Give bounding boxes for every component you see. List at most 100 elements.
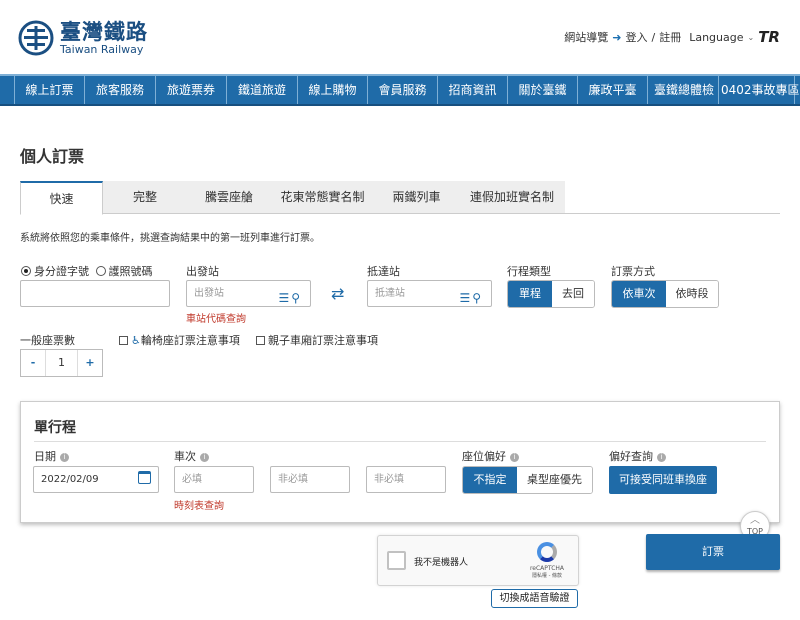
calendar-icon[interactable] (138, 471, 151, 484)
trip-type-label: 行程類型 (507, 265, 551, 278)
login-link[interactable]: 登入 (625, 29, 647, 45)
seat-pref-label: 座位偏好 (462, 450, 506, 463)
recaptcha-terms-link[interactable]: 隱私權 - 條款 (525, 572, 569, 579)
booking-description: 系統將依照您的乘車條件，挑選查詢結果中的第一班列車進行訂票。 (20, 233, 320, 244)
recaptcha-checkbox[interactable] (387, 551, 406, 570)
method-by-train-button[interactable]: 依車次 (612, 281, 666, 307)
nav-item-rail-tourism[interactable]: 鐵道旅遊 (227, 76, 298, 104)
swap-stations-icon[interactable]: ⇄ (331, 284, 344, 303)
train-number-label: 車次 (174, 450, 196, 463)
booking-method-label: 訂票方式 (611, 265, 655, 278)
tab-quick[interactable]: 快速 (20, 181, 103, 215)
trip-one-way-button[interactable]: 單程 (508, 281, 552, 307)
ticket-count-label: 一般座票數 (20, 334, 75, 347)
nav-item-integrity-platform[interactable]: 廉政平臺 (578, 76, 648, 104)
info-icon[interactable]: i (657, 453, 666, 462)
submit-booking-button[interactable]: 訂票 (646, 534, 780, 570)
language-dropdown[interactable]: Language (689, 31, 743, 44)
seat-pref-table-button[interactable]: 桌型座優先 (517, 467, 592, 493)
station-list-icon[interactable]: ☰ (278, 291, 291, 305)
nav-item-online-booking[interactable]: 線上訂票 (14, 76, 85, 104)
tr-brand-icon: TR (758, 28, 780, 46)
recaptcha-brand: reCAPTCHA (529, 565, 565, 572)
trip-round-trip-button[interactable]: 去回 (552, 281, 594, 307)
chevron-down-icon: ⌄ (747, 32, 755, 42)
recaptcha-logo: reCAPTCHA 隱私權 - 條款 (525, 542, 569, 579)
departure-placeholder: 出發站 (194, 288, 224, 299)
station-list-icon[interactable]: ☰ (459, 291, 472, 305)
tab-bike-train[interactable]: 兩鐵列車 (374, 181, 459, 213)
family-checkbox-group: 親子車廂訂票注意事項 (256, 332, 378, 348)
accept-seat-change-button[interactable]: 可接受同班車換座 (609, 466, 717, 494)
link-separator: / (651, 30, 656, 44)
method-by-time-button[interactable]: 依時段 (666, 281, 718, 307)
info-icon[interactable]: i (60, 453, 69, 462)
seat-pref-label-group: 座位偏好 i (462, 448, 519, 464)
date-value: 2022/02/09 (41, 474, 99, 485)
login-icon: ➜ (612, 30, 622, 44)
date-label-group: 日期 i (34, 448, 69, 464)
pref-query-label-group: 偏好查詢 i (609, 448, 666, 464)
info-icon[interactable]: i (510, 453, 519, 462)
info-icon[interactable]: i (200, 453, 209, 462)
decrement-button[interactable]: - (21, 350, 45, 376)
wheelchair-checkbox[interactable] (119, 336, 128, 345)
tab-holiday-realname[interactable]: 連假加班實名制 (459, 181, 565, 213)
train-number-input-2[interactable]: 非必填 (270, 466, 350, 493)
nav-item-business-info[interactable]: 招商資訊 (438, 76, 508, 104)
map-pin-icon[interactable]: ⚲ (291, 291, 302, 305)
family-car-checkbox[interactable] (256, 336, 265, 345)
train-number-input-3[interactable]: 非必填 (366, 466, 446, 493)
site-logo[interactable]: 臺灣鐵路 Taiwan Railway (18, 20, 148, 56)
departure-input[interactable]: 出發站 ☰⚲ (186, 280, 311, 307)
departure-label: 出發站 (186, 265, 219, 278)
seat-pref-none-button[interactable]: 不指定 (463, 467, 517, 493)
radio-passport-label: 護照號碼 (108, 265, 153, 278)
tab-full[interactable]: 完整 (103, 181, 187, 213)
one-way-trip-panel: 單行程 日期 i 2022/02/09 車次 i 必填 非必填 非必填 時刻表查詢 … (20, 401, 780, 523)
nav-item-member-service[interactable]: 會員服務 (368, 76, 438, 104)
increment-button[interactable]: + (78, 350, 102, 376)
ticket-quantity-value[interactable]: 1 (45, 350, 78, 376)
wheelchair-notice-label[interactable]: 輪椅座訂票注意事項 (141, 334, 240, 347)
radio-id-number[interactable] (21, 266, 31, 276)
chevron-up-icon: ︿ (750, 515, 760, 526)
main-nav: 線上訂票 旅客服務 旅遊票券 鐵道旅遊 線上購物 會員服務 招商資訊 關於臺鐵 … (0, 74, 800, 106)
tab-tengyun-cabin[interactable]: 騰雲座艙 (187, 181, 271, 213)
tab-huadong-realname[interactable]: 花東常態實名制 (271, 181, 374, 213)
register-link[interactable]: 註冊 (659, 29, 681, 45)
wheelchair-checkbox-group: ♿輪椅座訂票注意事項 (119, 332, 240, 348)
recaptcha-widget: 我不是機器人 reCAPTCHA 隱私權 - 條款 (377, 535, 579, 586)
taiwan-railway-logo-icon (18, 20, 54, 56)
arrival-input[interactable]: 抵達站 ☰⚲ (367, 280, 492, 307)
train-number-input-1[interactable]: 必填 (174, 466, 254, 493)
id-type-radio-group: 身分證字號 護照號碼 (21, 263, 153, 279)
radio-id-number-label: 身分證字號 (34, 265, 89, 278)
trip-type-toggle: 單程 去回 (507, 280, 595, 308)
nav-item-about-tra[interactable]: 關於臺鐵 (508, 76, 578, 104)
sitemap-link[interactable]: 網站導覽 (564, 29, 608, 45)
recaptcha-icon (537, 542, 557, 562)
nav-item-travel-tickets[interactable]: 旅遊票券 (156, 76, 227, 104)
train-number-placeholder: 非必填 (374, 474, 404, 485)
id-number-input[interactable] (20, 280, 170, 307)
nav-item-0402-accident[interactable]: 0402事故專區 (719, 76, 800, 104)
family-car-notice-label[interactable]: 親子車廂訂票注意事項 (268, 334, 378, 347)
arrival-placeholder: 抵達站 (375, 288, 405, 299)
ticket-quantity-stepper: - 1 + (20, 349, 103, 377)
train-number-placeholder: 必填 (182, 474, 202, 485)
recaptcha-label: 我不是機器人 (414, 558, 469, 568)
arrival-label: 抵達站 (367, 265, 400, 278)
timetable-lookup-link[interactable]: 時刻表查詢 (174, 497, 224, 512)
nav-item-tra-overhaul[interactable]: 臺鐵總體檢 (648, 76, 719, 104)
logo-title-zh: 臺灣鐵路 (60, 19, 148, 44)
radio-passport[interactable] (95, 266, 106, 276)
audio-verification-button[interactable]: 切換成語音驗證 (491, 589, 578, 608)
date-input[interactable]: 2022/02/09 (33, 466, 159, 493)
map-pin-icon[interactable]: ⚲ (472, 291, 483, 305)
nav-item-passenger-service[interactable]: 旅客服務 (85, 76, 156, 104)
seat-pref-toggle: 不指定 桌型座優先 (462, 466, 593, 494)
site-header: 臺灣鐵路 Taiwan Railway 網站導覽 ➜ 登入 / 註冊 Langu… (0, 0, 800, 74)
station-code-lookup-link[interactable]: 車站代碼查詢 (186, 310, 246, 325)
nav-item-online-shopping[interactable]: 線上購物 (298, 76, 368, 104)
